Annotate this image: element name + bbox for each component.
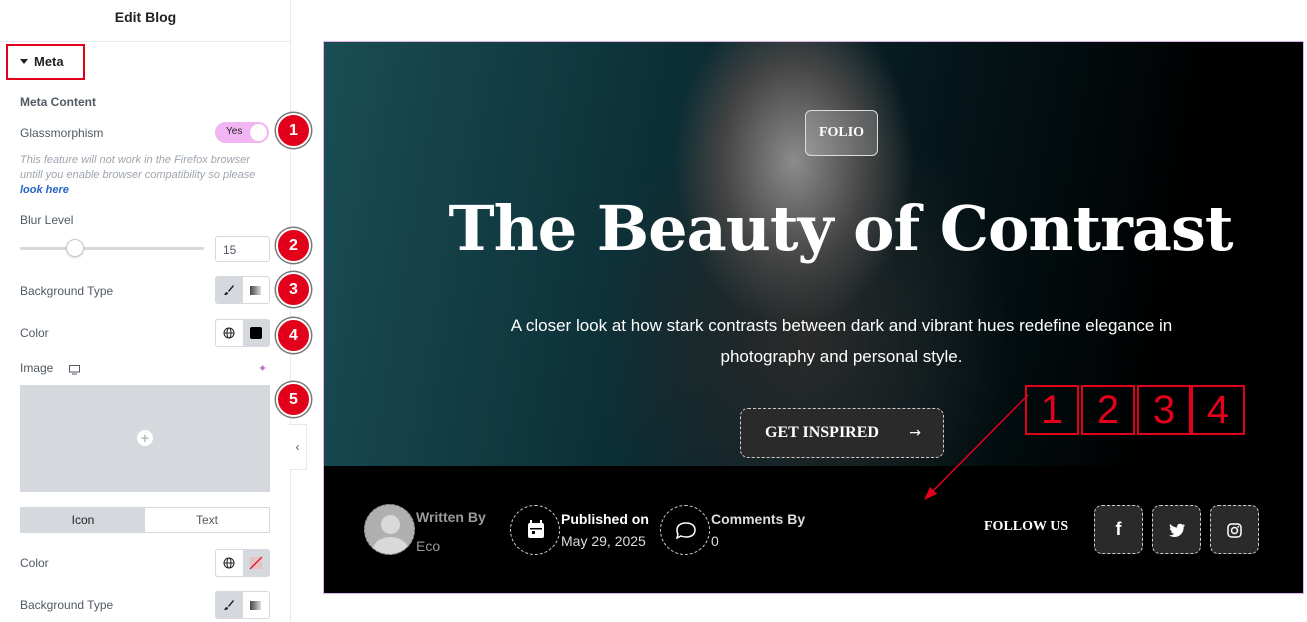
follow-us-label: FOLLOW US bbox=[984, 519, 1069, 534]
toggle-knob bbox=[250, 124, 267, 141]
callout-badge: 1 bbox=[276, 113, 311, 148]
globe-icon[interactable] bbox=[216, 550, 243, 576]
comments-count: 0 bbox=[711, 533, 719, 549]
post-title: The Beauty of Contrast bbox=[448, 192, 1234, 265]
cta-label: GET INSPIRED bbox=[765, 424, 879, 441]
background-type-control[interactable] bbox=[215, 276, 270, 304]
tab-text[interactable]: Text bbox=[145, 508, 269, 532]
blur-slider-track[interactable] bbox=[20, 247, 204, 250]
facebook-icon[interactable]: f bbox=[1094, 505, 1143, 554]
avatar bbox=[364, 504, 415, 555]
twitter-icon[interactable] bbox=[1152, 505, 1201, 554]
comment-icon bbox=[660, 505, 710, 555]
panel-title: Edit Blog bbox=[0, 0, 291, 42]
image-upload-area[interactable]: + bbox=[20, 385, 270, 492]
written-by-label: Written By bbox=[416, 509, 486, 525]
color-label: Color bbox=[20, 326, 49, 340]
callout-badge: 4 bbox=[276, 318, 311, 353]
note-text: This feature will not work in the Firefo… bbox=[20, 154, 256, 181]
section-label: Meta bbox=[34, 54, 64, 69]
calendar-icon bbox=[510, 505, 560, 555]
brush-icon[interactable] bbox=[216, 592, 243, 618]
color2-control[interactable] bbox=[215, 549, 270, 577]
color2-label: Color bbox=[20, 556, 49, 570]
empty-color-swatch[interactable] bbox=[242, 550, 269, 576]
collapse-panel-icon[interactable]: ‹ bbox=[289, 424, 307, 470]
callout-badge: 3 bbox=[276, 272, 311, 307]
instagram-icon[interactable] bbox=[1210, 505, 1259, 554]
callout-arrow bbox=[924, 394, 1029, 500]
add-image-icon[interactable]: + bbox=[137, 430, 153, 446]
callout-number: 3 bbox=[1137, 385, 1191, 435]
globe-icon[interactable] bbox=[216, 320, 243, 346]
gradient-icon[interactable] bbox=[243, 277, 270, 303]
blur-slider-handle[interactable] bbox=[66, 239, 84, 257]
callout-number: 2 bbox=[1081, 385, 1135, 435]
glassmorphism-toggle[interactable]: Yes bbox=[215, 122, 269, 143]
meta-section-toggle[interactable]: Meta bbox=[6, 44, 85, 80]
author-name[interactable]: Eco bbox=[416, 538, 440, 554]
image-label: Image bbox=[20, 361, 54, 375]
desktop-icon[interactable] bbox=[69, 362, 80, 380]
comments-label: Comments By bbox=[711, 511, 806, 527]
color-swatch[interactable] bbox=[242, 320, 269, 346]
blur-level-label: Blur Level bbox=[20, 213, 74, 227]
editor-panel: Edit Blog Meta Meta Content Glassmorphis… bbox=[0, 0, 291, 622]
background-type2-control[interactable] bbox=[215, 591, 270, 619]
category-tag[interactable]: FOLIO bbox=[805, 110, 878, 156]
callout-badge: 5 bbox=[276, 382, 311, 417]
toggle-value: Yes bbox=[226, 126, 243, 137]
color-control[interactable] bbox=[215, 319, 270, 347]
ai-sparkle-icon[interactable]: ✦ bbox=[258, 362, 267, 375]
tab-icon[interactable]: Icon bbox=[21, 508, 145, 532]
blog-preview: FOLIO The Beauty of Contrast A closer lo… bbox=[323, 41, 1304, 594]
meta-content-heading: Meta Content bbox=[20, 95, 96, 109]
brush-icon[interactable] bbox=[216, 277, 243, 303]
published-label: Published on bbox=[561, 511, 649, 527]
post-description: A closer look at how stark contrasts bet… bbox=[510, 316, 1173, 366]
caret-down-icon bbox=[20, 59, 28, 64]
firefox-note: This feature will not work in the Firefo… bbox=[20, 153, 260, 198]
glassmorphism-label: Glassmorphism bbox=[20, 126, 104, 140]
blur-level-input[interactable]: 15 bbox=[215, 236, 270, 262]
callout-badge: 2 bbox=[276, 228, 311, 263]
gradient-icon[interactable] bbox=[243, 592, 270, 618]
callout-number: 4 bbox=[1191, 385, 1245, 435]
icon-text-tabs: Icon Text bbox=[20, 507, 270, 533]
published-date: May 29, 2025 bbox=[561, 533, 646, 549]
background-type-label: Background Type bbox=[20, 284, 114, 298]
background-type2-label: Background Type bbox=[20, 598, 114, 612]
look-here-link[interactable]: look here bbox=[20, 184, 69, 196]
